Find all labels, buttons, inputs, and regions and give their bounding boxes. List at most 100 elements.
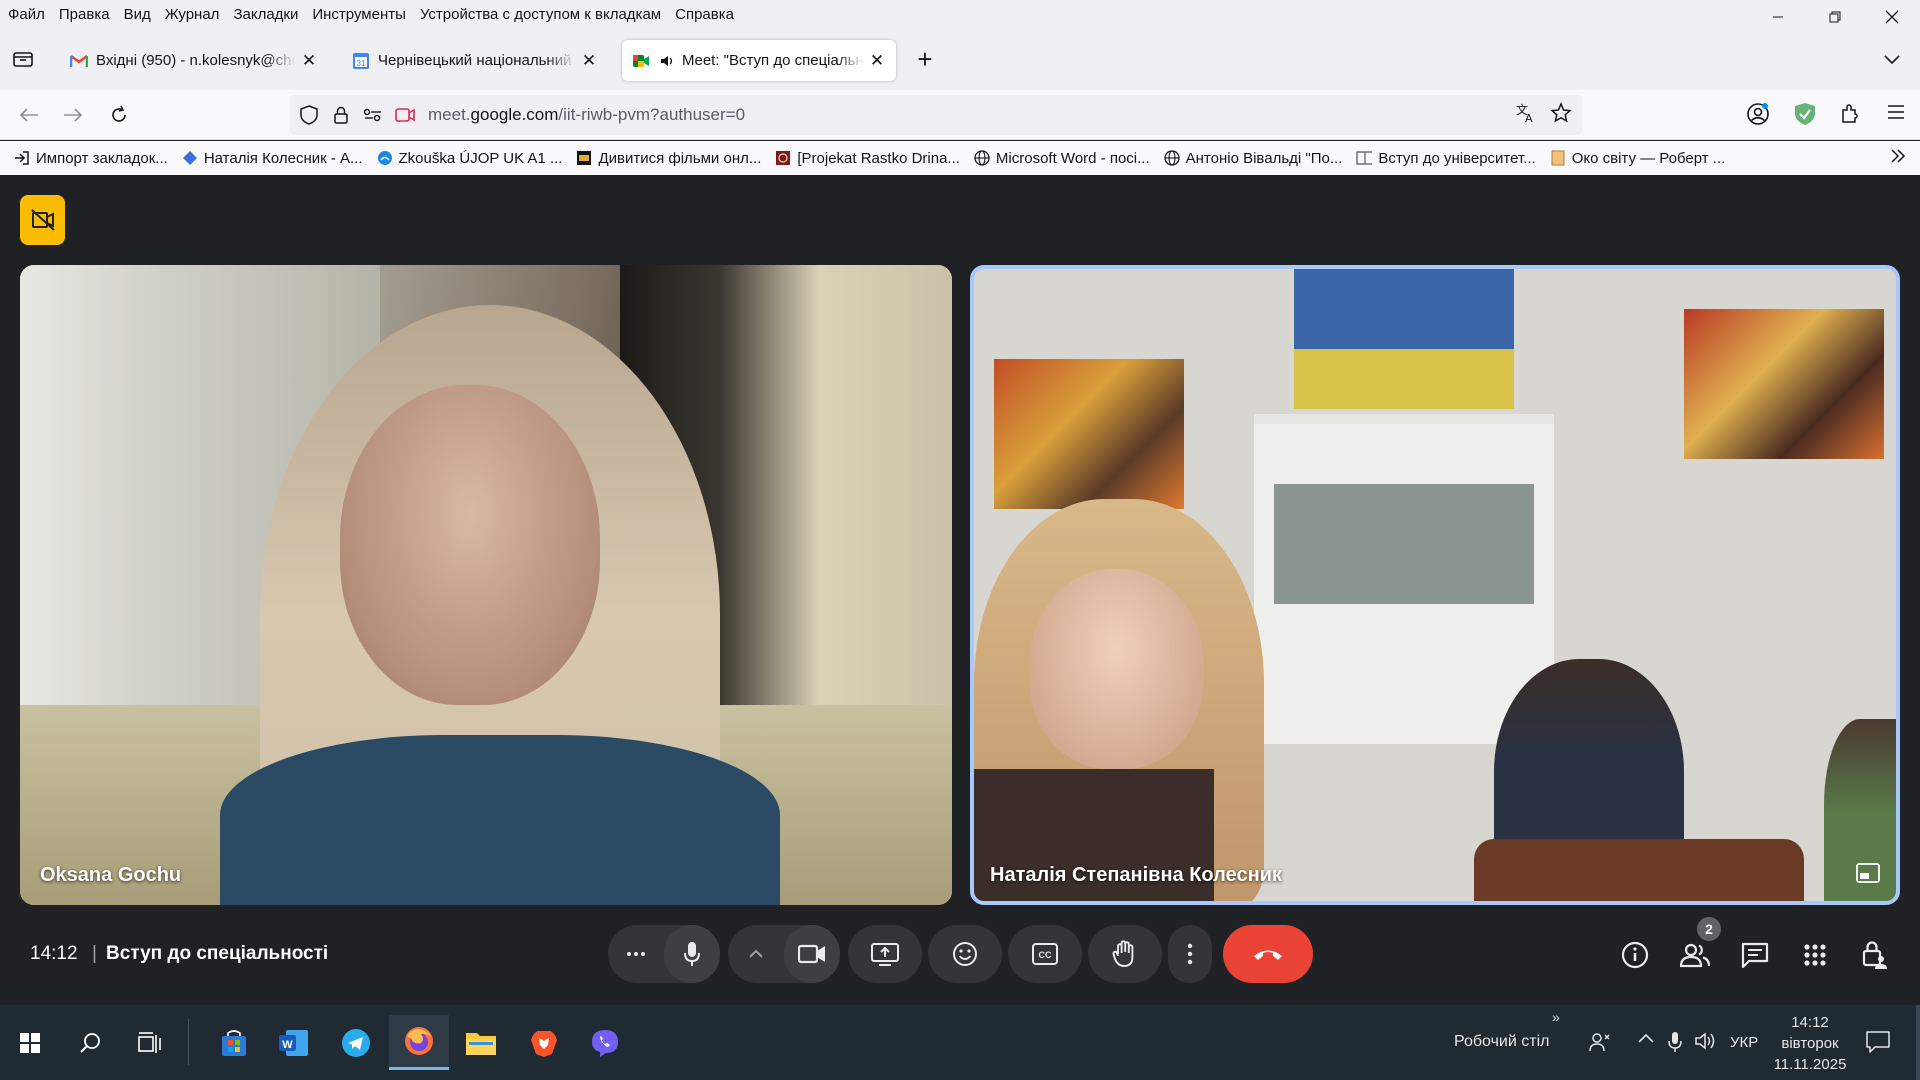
video-options-button[interactable]: [728, 925, 784, 983]
task-view-button[interactable]: [120, 1015, 180, 1070]
taskbar-file-explorer[interactable]: [451, 1015, 511, 1070]
new-tab-button[interactable]: +: [914, 46, 936, 72]
adguard-extension-icon[interactable]: [1794, 102, 1816, 131]
desktop-toolbar-chevron[interactable]: »: [1552, 1009, 1560, 1025]
menu-view[interactable]: Вид: [117, 0, 158, 29]
menu-edit[interactable]: Правка: [52, 0, 117, 29]
camera-sharing-icon[interactable]: [392, 102, 418, 128]
taskbar-telegram[interactable]: [326, 1015, 386, 1070]
bookmark-item[interactable]: Вступ до університет...: [1356, 150, 1536, 167]
bookmark-star-icon[interactable]: [1550, 102, 1572, 129]
permissions-icon[interactable]: [360, 102, 386, 128]
menu-synced-tabs[interactable]: Устройства с доступом к вкладкам: [413, 0, 668, 29]
close-tab-button[interactable]: ✕: [580, 51, 598, 70]
rastko-icon: [775, 150, 791, 166]
picture-in-picture-button[interactable]: [1856, 863, 1880, 883]
tracking-shield-icon[interactable]: [296, 102, 322, 128]
back-button[interactable]: [16, 102, 42, 128]
participant-face: [340, 385, 600, 705]
tab-gmail[interactable]: Вхідні (950) - n.kolesnyk@chnu. ✕: [60, 40, 328, 81]
info-separator: |: [92, 943, 97, 964]
video-background: [1684, 309, 1884, 459]
raise-hand-button[interactable]: [1088, 925, 1162, 983]
minimize-icon: [1772, 16, 1783, 18]
bookmark-item[interactable]: Око світу — Роберт ...: [1550, 150, 1725, 167]
reactions-button[interactable]: [928, 925, 1002, 983]
search-button[interactable]: [60, 1015, 120, 1070]
menu-history[interactable]: Журнал: [158, 0, 227, 29]
firefox-view-button[interactable]: [12, 49, 34, 69]
bookmark-item[interactable]: Microsoft Word - посі...: [974, 150, 1150, 167]
show-desktop-button[interactable]: [1916, 1005, 1920, 1080]
bookmark-item[interactable]: Импорт закладок...: [14, 150, 168, 167]
bookmark-item[interactable]: [Projekat Rastko Drina...: [775, 150, 960, 167]
people-tray-icon[interactable]: [1588, 1031, 1610, 1058]
hamburger-menu-icon[interactable]: [1886, 102, 1906, 131]
globe-icon: [974, 150, 990, 166]
film-icon: [576, 150, 592, 166]
close-tab-button[interactable]: ✕: [300, 51, 318, 70]
captions-button[interactable]: CC: [1008, 925, 1082, 983]
people-icon: [1680, 943, 1710, 968]
meeting-details-button[interactable]: [1615, 935, 1655, 975]
action-center-button[interactable]: [1866, 1031, 1892, 1055]
url-bar[interactable]: meet.google.com/iit-riwb-pvm?authuser=0 …: [290, 95, 1582, 135]
desktop-toolbar-label[interactable]: Робочий стіл: [1454, 1033, 1549, 1051]
speaker-icon[interactable]: [658, 52, 676, 70]
taskbar-brave[interactable]: [514, 1015, 574, 1070]
activities-button[interactable]: [1795, 935, 1835, 975]
taskbar-app-store[interactable]: [204, 1015, 264, 1070]
projected-image: [1274, 484, 1534, 604]
menu-bookmarks[interactable]: Закладки: [226, 0, 305, 29]
bookmark-label: [Projekat Rastko Drina...: [797, 149, 960, 167]
forward-button[interactable]: [60, 102, 86, 128]
menu-tools[interactable]: Инструменты: [305, 0, 413, 29]
menu-file[interactable]: Файл: [0, 0, 52, 29]
leave-call-button[interactable]: [1223, 925, 1313, 983]
volume-icon[interactable]: [1694, 1031, 1718, 1056]
account-icon[interactable]: [1746, 102, 1770, 131]
camera-button[interactable]: [784, 925, 840, 983]
bookmark-item[interactable]: Наталія Колесник - A...: [182, 150, 363, 167]
input-language-indicator[interactable]: УКР: [1730, 1034, 1758, 1051]
start-button[interactable]: [0, 1015, 60, 1070]
lock-icon[interactable]: [328, 102, 354, 128]
windows-taskbar: W » Робочий стіл УКР 14:12 вівторок 11.1…: [0, 1005, 1920, 1080]
bookmark-item[interactable]: Антоніо Вівальді "По...: [1163, 150, 1342, 167]
tray-overflow-button[interactable]: [1637, 1031, 1655, 1049]
notification-icon: [1866, 1031, 1890, 1053]
bookmark-label: Дивитися фільми онл...: [598, 149, 762, 167]
participant-tile[interactable]: Oksana Gochu: [20, 265, 952, 905]
raise-hand-icon: [1112, 940, 1134, 967]
more-options-button[interactable]: [1168, 925, 1212, 983]
taskbar-viber[interactable]: [575, 1015, 635, 1070]
host-controls-button[interactable]: [1855, 935, 1895, 975]
recording-indicator[interactable]: [20, 195, 65, 245]
taskbar-word[interactable]: W: [264, 1015, 324, 1070]
taskbar-clock[interactable]: 14:12 вівторок 11.11.2025: [1770, 1012, 1850, 1075]
camera-icon: [798, 944, 825, 964]
tab-title: Чернівецький національний у: [378, 52, 576, 69]
tab-calendar[interactable]: 31 Чернівецький національний у ✕: [342, 40, 608, 81]
close-tab-button[interactable]: ✕: [868, 51, 886, 70]
people-button[interactable]: [1675, 935, 1715, 975]
bookmark-item[interactable]: Дивитися фільми онл...: [576, 150, 761, 167]
present-screen-button[interactable]: [848, 925, 922, 983]
extensions-icon[interactable]: [1840, 102, 1862, 131]
microphone-tray-icon[interactable]: [1668, 1031, 1682, 1058]
svg-text:A: A: [1525, 112, 1533, 124]
microphone-button[interactable]: [664, 925, 720, 983]
list-all-tabs-button[interactable]: [1884, 49, 1900, 70]
bookmarks-overflow-button[interactable]: [1890, 147, 1906, 168]
bookmark-item[interactable]: Zkouška ÚJOP UK A1 ...: [377, 150, 562, 167]
participant-tile-active[interactable]: Наталія Степанівна Колесник: [970, 265, 1900, 905]
arrow-right-icon: [64, 108, 83, 122]
reload-button[interactable]: [106, 102, 132, 128]
tab-meet[interactable]: Meet: "Вступ до спеціальн ✕: [622, 40, 896, 81]
chat-button[interactable]: [1735, 935, 1775, 975]
translate-icon[interactable]: 文A: [1514, 102, 1536, 129]
bookmark-label: Microsoft Word - посі...: [995, 149, 1150, 167]
taskbar-firefox[interactable]: [389, 1015, 449, 1070]
audio-options-button[interactable]: [608, 925, 664, 983]
menu-help[interactable]: Справка: [668, 0, 741, 29]
